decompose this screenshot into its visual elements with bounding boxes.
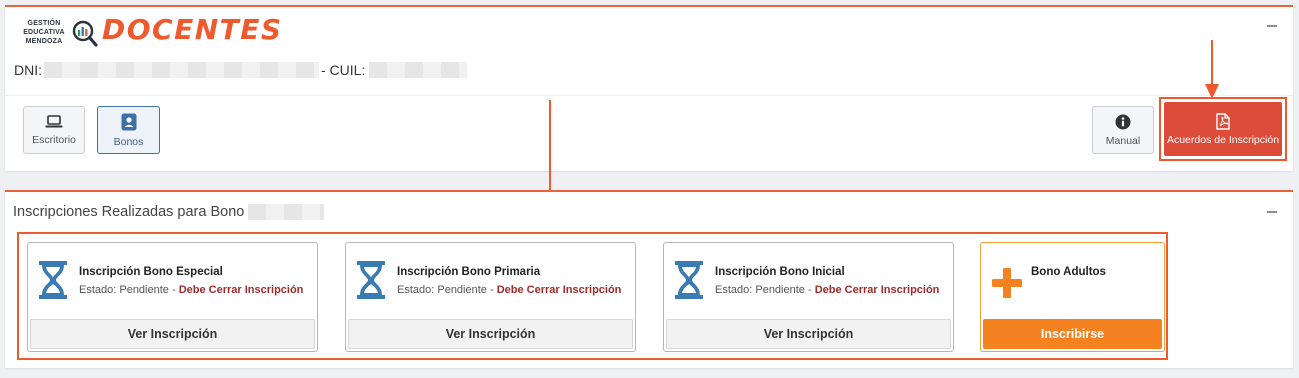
user-id-row: DNI: - CUIL: [14, 62, 469, 78]
card-title: Bono Adultos [1031, 266, 1106, 278]
arrow-to-acuerdos-icon [1205, 40, 1219, 99]
status-warning: Debe Cerrar Inscripción [178, 284, 304, 296]
bonos-label: Bonos [113, 135, 144, 148]
inscripcion-card: Inscripción Bono Inicial Estado: Pendien… [663, 242, 954, 352]
card-title: Inscripción Bono Especial [79, 266, 223, 278]
ver-inscripcion-button[interactable]: Ver Inscripción [348, 319, 633, 349]
bonos-button[interactable]: Bonos [97, 106, 160, 154]
acuerdos-highlight: Acuerdos de Inscripción [1159, 97, 1287, 161]
hourglass-icon [675, 261, 703, 299]
status-warning: Debe Cerrar Inscripción [814, 284, 940, 296]
inscripcion-card: Inscripción Bono Primaria Estado: Pendie… [345, 242, 636, 352]
id-badge-icon [121, 113, 136, 130]
escritorio-button[interactable]: Escritorio [23, 106, 85, 154]
card-status: Estado: Pendiente - Debe Cerrar Inscripc… [715, 284, 940, 296]
dni-label: DNI: [14, 62, 42, 78]
manual-label: Manual [1105, 134, 1141, 147]
cuil-label: - CUIL: [321, 62, 366, 78]
cards-highlight: Inscripción Bono Especial Estado: Pendie… [17, 232, 1168, 360]
info-circle-icon [1115, 114, 1131, 129]
status-warning: Debe Cerrar Inscripción [496, 284, 622, 296]
hourglass-icon [39, 261, 67, 299]
header-panel: GESTIÓN EDUCATIVA MENDOZA DOCENTES DNI: … [5, 5, 1293, 171]
logo-text: GESTIÓN EDUCATIVA MENDOZA [23, 20, 65, 45]
card-title: Inscripción Bono Primaria [397, 266, 541, 278]
ver-inscripcion-button[interactable]: Ver Inscripción [30, 319, 315, 349]
card-status: Estado: Pendiente - Debe Cerrar Inscripc… [397, 284, 622, 296]
acuerdos-label: Acuerdos de Inscripción [1166, 133, 1280, 146]
laptop-icon [45, 114, 63, 127]
pdf-file-icon [1216, 112, 1230, 130]
collapse-header-button[interactable] [1267, 25, 1277, 27]
inscripciones-panel: Inscripciones Realizadas para Bono Inscr… [5, 190, 1293, 368]
ver-inscripcion-button[interactable]: Ver Inscripción [666, 319, 951, 349]
dni-value-redacted [44, 62, 319, 78]
inscribirse-button[interactable]: Inscribirse [983, 319, 1162, 349]
new-inscripcion-card: Bono Adultos Inscribirse [980, 242, 1165, 352]
acuerdos-inscripcion-button[interactable]: Acuerdos de Inscripción [1164, 102, 1282, 156]
collapse-inscripciones-button[interactable] [1267, 211, 1277, 213]
card-title: Inscripción Bono Inicial [715, 266, 845, 278]
cuil-value-redacted [369, 62, 468, 78]
logo-word: DOCENTES [102, 13, 283, 46]
divider [5, 95, 1293, 96]
bono-name-redacted [248, 204, 325, 220]
card-status: Estado: Pendiente - Debe Cerrar Inscripc… [79, 284, 304, 296]
section-title: Inscripciones Realizadas para Bono [13, 204, 326, 220]
manual-button[interactable]: Manual [1092, 106, 1154, 154]
escritorio-label: Escritorio [32, 133, 76, 146]
hourglass-icon [357, 261, 385, 299]
magnifier-logo-icon [72, 20, 98, 47]
inscripcion-card: Inscripción Bono Especial Estado: Pendie… [27, 242, 318, 352]
plus-icon [992, 268, 1022, 298]
